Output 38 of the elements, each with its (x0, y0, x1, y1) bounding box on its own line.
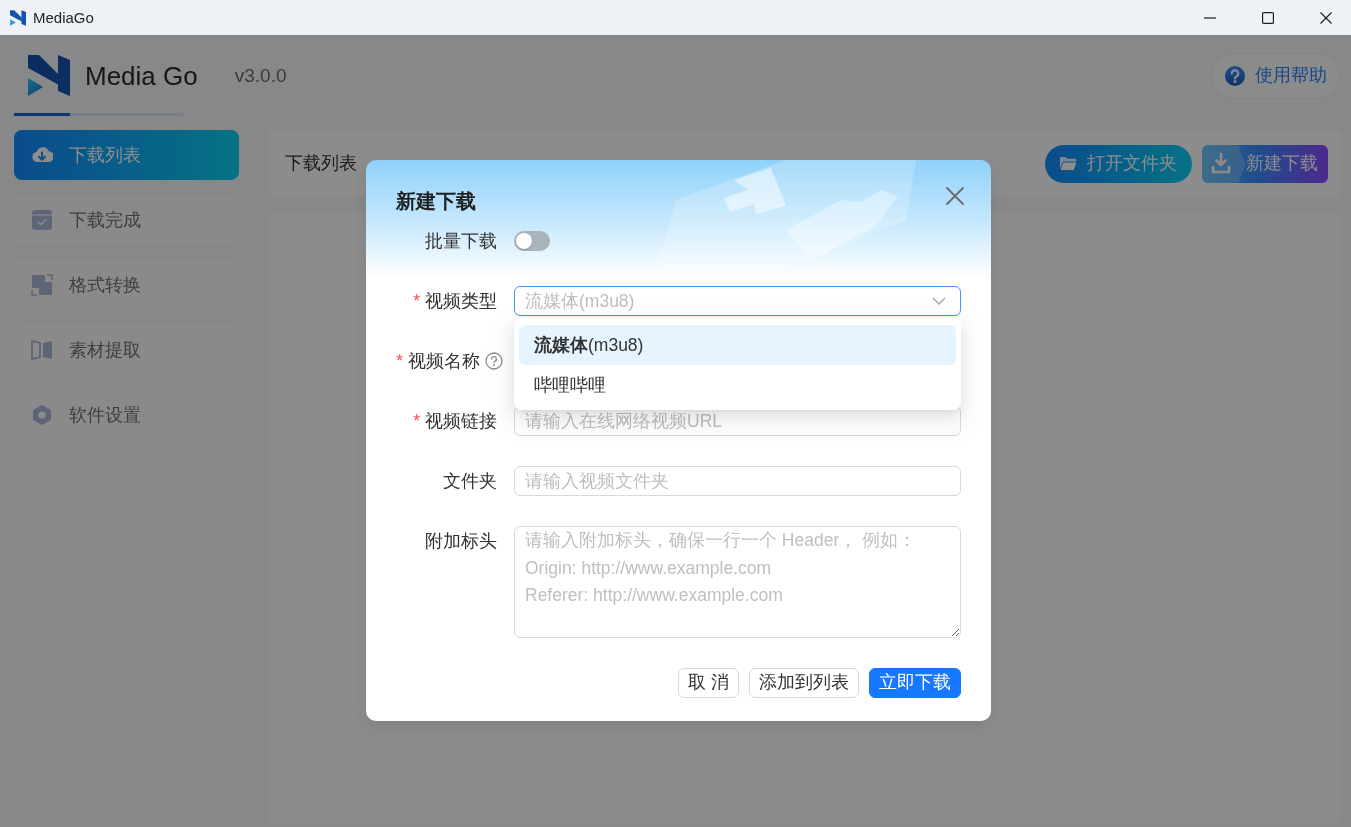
folder-icon (1060, 156, 1077, 171)
required-mark: * (413, 409, 420, 433)
dialog-title: 新建下载 (396, 190, 476, 212)
required-mark: * (396, 349, 403, 373)
dropdown-option[interactable]: 哔哩哔哩 (519, 365, 956, 405)
sidebar-item[interactable]: 下载列表 (14, 130, 239, 180)
version-label: v3.0.0 (234, 66, 287, 85)
split-panel-icon (31, 339, 53, 361)
window-title: MediaGo (33, 10, 94, 25)
close-icon[interactable] (1320, 11, 1332, 24)
open-folder-button[interactable]: 打开文件夹 (1045, 144, 1192, 183)
input-field[interactable]: 请输入视频文件夹 (514, 466, 961, 496)
chevron-down-icon (932, 297, 946, 305)
required-mark: * (413, 289, 420, 313)
help-icon (1225, 65, 1245, 86)
hexagon-icon (31, 404, 53, 426)
field-label: 视频名称 (408, 349, 480, 373)
check-square-icon (31, 209, 53, 231)
primary-button[interactable]: 立即下载 (869, 668, 961, 698)
new-download-button[interactable]: 新建下载 (1202, 144, 1328, 183)
copy-squares-icon (31, 274, 53, 296)
app-name: Media Go (85, 62, 198, 89)
default-button[interactable]: 取 消 (678, 668, 739, 698)
select-field[interactable]: 流媒体(m3u8) (514, 286, 961, 316)
field-label: 视频链接 (425, 409, 497, 433)
field-label: 批量下载 (425, 229, 497, 253)
field-label: 文件夹 (443, 469, 497, 493)
logo-icon (28, 55, 70, 96)
field-label: 视频类型 (425, 289, 497, 313)
toggle-switch[interactable] (514, 231, 550, 251)
help-icon[interactable] (485, 352, 503, 370)
help-button[interactable]: 使用帮助 (1211, 52, 1340, 99)
field-label: 附加标头 (425, 529, 497, 553)
maximize-icon[interactable] (1262, 11, 1274, 24)
dropdown-option[interactable]: 流媒体(m3u8) (519, 325, 956, 365)
page-title: 下载列表 (285, 152, 357, 176)
default-button[interactable]: 添加到列表 (749, 668, 859, 698)
logo-icon (10, 9, 26, 26)
